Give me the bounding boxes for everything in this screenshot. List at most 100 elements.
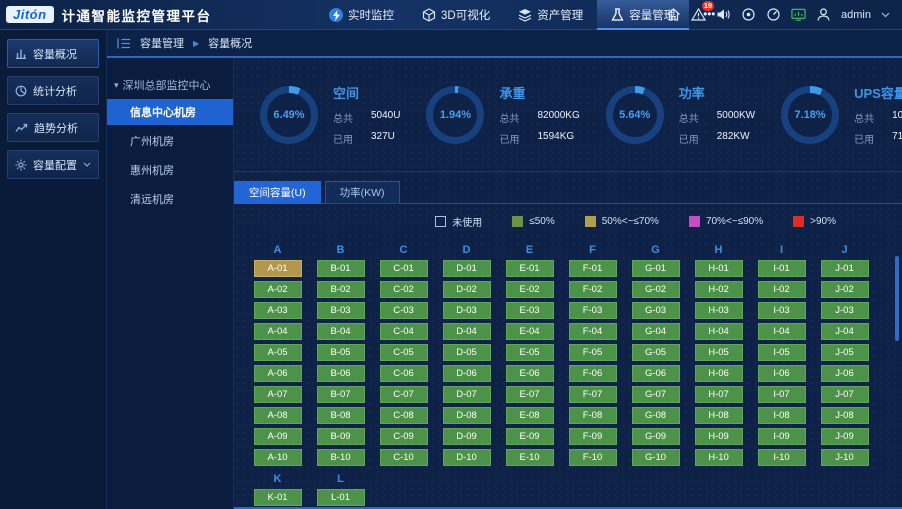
rack-cell-I-04[interactable]: I-04 (758, 323, 806, 340)
rack-cell-H-01[interactable]: H-01 (695, 260, 743, 277)
tree-item-huizhou-room[interactable]: 惠州机房 (107, 157, 233, 183)
rack-cell-G-06[interactable]: G-06 (632, 365, 680, 382)
rack-cell-H-04[interactable]: H-04 (695, 323, 743, 340)
tree-item-guangzhou-room[interactable]: 广州机房 (107, 128, 233, 154)
rack-cell-I-02[interactable]: I-02 (758, 281, 806, 298)
rack-cell-D-03[interactable]: D-03 (443, 302, 491, 319)
rack-cell-E-01[interactable]: E-01 (506, 260, 554, 277)
rack-cell-F-01[interactable]: F-01 (569, 260, 617, 277)
rack-cell-H-06[interactable]: H-06 (695, 365, 743, 382)
rack-cell-G-03[interactable]: G-03 (632, 302, 680, 319)
rack-cell-D-05[interactable]: D-05 (443, 344, 491, 361)
rack-cell-A-04[interactable]: A-04 (254, 323, 302, 340)
rack-cell-D-06[interactable]: D-06 (443, 365, 491, 382)
rack-cell-I-07[interactable]: I-07 (758, 386, 806, 403)
rack-cell-F-10[interactable]: F-10 (569, 449, 617, 466)
rack-cell-E-09[interactable]: E-09 (506, 428, 554, 445)
rack-cell-G-02[interactable]: G-02 (632, 281, 680, 298)
rack-cell-C-09[interactable]: C-09 (380, 428, 428, 445)
rack-cell-H-02[interactable]: H-02 (695, 281, 743, 298)
rack-cell-B-06[interactable]: B-06 (317, 365, 365, 382)
gauge-icon[interactable] (766, 7, 781, 22)
rack-cell-A-03[interactable]: A-03 (254, 302, 302, 319)
rack-cell-E-02[interactable]: E-02 (506, 281, 554, 298)
rack-cell-F-06[interactable]: F-06 (569, 365, 617, 382)
rack-cell-J-09[interactable]: J-09 (821, 428, 869, 445)
rack-cell-H-07[interactable]: H-07 (695, 386, 743, 403)
rack-cell-G-07[interactable]: G-07 (632, 386, 680, 403)
rack-cell-C-04[interactable]: C-04 (380, 323, 428, 340)
rack-cell-A-08[interactable]: A-08 (254, 407, 302, 424)
rack-cell-I-09[interactable]: I-09 (758, 428, 806, 445)
rack-cell-B-05[interactable]: B-05 (317, 344, 365, 361)
rack-cell-D-01[interactable]: D-01 (443, 260, 491, 277)
rack-cell-J-08[interactable]: J-08 (821, 407, 869, 424)
rack-cell-B-01[interactable]: B-01 (317, 260, 365, 277)
sidebar-item-capacity-overview[interactable]: 容量概况 (7, 39, 99, 68)
rack-cell-G-05[interactable]: G-05 (632, 344, 680, 361)
rack-cell-A-01[interactable]: A-01 (254, 260, 302, 277)
rack-cell-E-05[interactable]: E-05 (506, 344, 554, 361)
home-icon[interactable] (666, 7, 681, 22)
rack-cell-F-02[interactable]: F-02 (569, 281, 617, 298)
rack-cell-I-06[interactable]: I-06 (758, 365, 806, 382)
rack-cell-I-05[interactable]: I-05 (758, 344, 806, 361)
rack-cell-E-08[interactable]: E-08 (506, 407, 554, 424)
rack-cell-J-05[interactable]: J-05 (821, 344, 869, 361)
username[interactable]: admin (841, 9, 871, 21)
rack-cell-F-09[interactable]: F-09 (569, 428, 617, 445)
rack-cell-F-04[interactable]: F-04 (569, 323, 617, 340)
rack-cell-A-09[interactable]: A-09 (254, 428, 302, 445)
rack-cell-L-01[interactable]: L-01 (317, 489, 365, 506)
tab-space-capacity[interactable]: 空间容量(U) (234, 181, 321, 204)
rack-cell-C-05[interactable]: C-05 (380, 344, 428, 361)
rack-cell-E-10[interactable]: E-10 (506, 449, 554, 466)
rack-cell-I-01[interactable]: I-01 (758, 260, 806, 277)
rack-cell-B-10[interactable]: B-10 (317, 449, 365, 466)
rack-cell-F-07[interactable]: F-07 (569, 386, 617, 403)
rack-cell-J-02[interactable]: J-02 (821, 281, 869, 298)
rack-cell-I-10[interactable]: I-10 (758, 449, 806, 466)
nav-item-asset-management[interactable]: 资产管理 (504, 0, 597, 30)
rack-cell-H-10[interactable]: H-10 (695, 449, 743, 466)
tree-item-qingyuan-room[interactable]: 清远机房 (107, 186, 233, 212)
vertical-scrollbar[interactable] (895, 256, 899, 341)
rack-cell-D-08[interactable]: D-08 (443, 407, 491, 424)
nav-item-3d-visualization[interactable]: 3D可视化 (408, 0, 504, 30)
rack-cell-A-05[interactable]: A-05 (254, 344, 302, 361)
rack-cell-C-01[interactable]: C-01 (380, 260, 428, 277)
rack-cell-D-07[interactable]: D-07 (443, 386, 491, 403)
rack-cell-G-09[interactable]: G-09 (632, 428, 680, 445)
chevron-down-icon[interactable] (881, 12, 890, 18)
rack-cell-F-08[interactable]: F-08 (569, 407, 617, 424)
rack-cell-D-09[interactable]: D-09 (443, 428, 491, 445)
rack-cell-K-01[interactable]: K-01 (254, 489, 302, 506)
rack-cell-C-07[interactable]: C-07 (380, 386, 428, 403)
target-icon[interactable] (741, 7, 756, 22)
rack-cell-B-02[interactable]: B-02 (317, 281, 365, 298)
rack-cell-I-08[interactable]: I-08 (758, 407, 806, 424)
rack-cell-C-06[interactable]: C-06 (380, 365, 428, 382)
rack-cell-G-08[interactable]: G-08 (632, 407, 680, 424)
rack-cell-C-02[interactable]: C-02 (380, 281, 428, 298)
sidebar-item-capacity-config[interactable]: 容量配置 (7, 150, 99, 179)
rack-cell-E-06[interactable]: E-06 (506, 365, 554, 382)
rack-cell-H-05[interactable]: H-05 (695, 344, 743, 361)
breadcrumb-parent[interactable]: 容量管理 (140, 35, 184, 51)
rack-cell-C-10[interactable]: C-10 (380, 449, 428, 466)
rack-cell-G-04[interactable]: G-04 (632, 323, 680, 340)
rack-cell-J-07[interactable]: J-07 (821, 386, 869, 403)
monitor-icon[interactable] (791, 7, 806, 22)
sidebar-item-trend-analysis[interactable]: 趋势分析 (7, 113, 99, 142)
tree-root-monitor-center[interactable]: ▾ 深圳总部监控中心 (107, 74, 233, 96)
tree-item-info-center-room[interactable]: 信息中心机房 (107, 99, 233, 125)
alarm-icon[interactable]: 19 (691, 7, 706, 22)
rack-cell-B-08[interactable]: B-08 (317, 407, 365, 424)
rack-cell-G-01[interactable]: G-01 (632, 260, 680, 277)
user-icon[interactable] (816, 7, 831, 22)
rack-cell-H-08[interactable]: H-08 (695, 407, 743, 424)
speaker-icon[interactable] (716, 7, 731, 22)
rack-cell-A-10[interactable]: A-10 (254, 449, 302, 466)
rack-cell-C-08[interactable]: C-08 (380, 407, 428, 424)
breadcrumb-current[interactable]: 容量概况 (208, 35, 252, 51)
